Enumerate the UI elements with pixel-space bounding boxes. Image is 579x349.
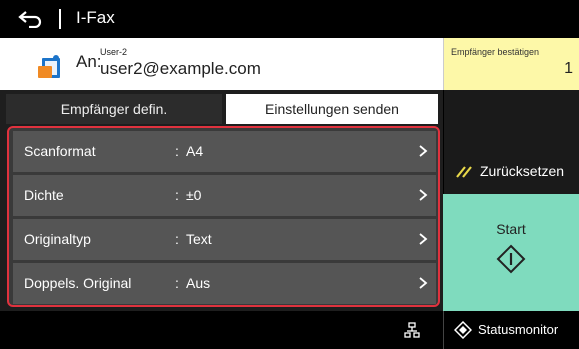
- setting-colon: :: [175, 275, 179, 291]
- network-icon: [404, 322, 420, 338]
- title-divider: [59, 9, 61, 29]
- setting-row-density[interactable]: Dichte : ±0: [13, 175, 436, 216]
- tab-send-settings-label: Einstellungen senden: [265, 101, 399, 117]
- start-button[interactable]: Start: [443, 194, 579, 311]
- status-monitor-icon: [454, 321, 472, 339]
- start-diamond-icon: [496, 244, 526, 274]
- back-button[interactable]: [6, 3, 54, 35]
- chevron-right-icon: [419, 189, 428, 201]
- recipient-count: 1: [564, 60, 573, 77]
- setting-value: A4: [186, 143, 204, 159]
- setting-colon: :: [175, 187, 179, 203]
- title-bar: I-Fax: [0, 0, 579, 38]
- recipient-name: User-2: [100, 47, 128, 57]
- chevron-right-icon: [419, 233, 428, 245]
- reset-button[interactable]: Zurücksetzen: [443, 90, 579, 194]
- recipient-email: user2@example.com: [100, 59, 261, 78]
- chevron-right-icon: [419, 277, 428, 289]
- setting-label: Dichte: [24, 187, 64, 203]
- setting-value: Text: [186, 231, 212, 247]
- to-label: An:: [76, 52, 102, 71]
- setting-label: Scanformat: [24, 143, 96, 159]
- setting-value: Aus: [186, 275, 211, 291]
- setting-label: Doppels. Original: [24, 275, 132, 291]
- tab-define-recipient[interactable]: Empfänger defin.: [6, 94, 222, 124]
- ifax-screen: I-Fax An: User-2 user2@example.com Empfä…: [0, 0, 579, 349]
- page-title: I-Fax: [76, 8, 115, 27]
- confirm-recipients-button[interactable]: Empfänger bestätigen 1: [443, 38, 579, 90]
- status-monitor-label: Statusmonitor: [478, 322, 559, 337]
- address-book-icon: [38, 55, 60, 78]
- bottom-bar: Statusmonitor: [0, 311, 579, 349]
- start-label: Start: [496, 221, 526, 237]
- status-monitor-button[interactable]: Statusmonitor: [444, 311, 579, 349]
- tab-send-settings[interactable]: Einstellungen senden: [226, 94, 438, 124]
- reset-label: Zurücksetzen: [480, 163, 565, 179]
- confirm-recipients-label: Empfänger bestätigen: [451, 47, 540, 57]
- recipient-field[interactable]: An: User-2 user2@example.com: [0, 38, 443, 90]
- setting-colon: :: [175, 231, 179, 247]
- back-arrow-icon: [18, 11, 42, 28]
- setting-row-duplex-original[interactable]: Doppels. Original : Aus: [13, 263, 436, 304]
- settings-list: Scanformat : A4 Dichte : ±0 Originaltyp …: [7, 126, 440, 307]
- setting-colon: :: [175, 143, 179, 159]
- setting-row-original-type[interactable]: Originaltyp : Text: [13, 219, 436, 260]
- chevron-right-icon: [419, 145, 428, 157]
- setting-value: ±0: [186, 187, 202, 203]
- tab-define-recipient-label: Empfänger defin.: [60, 101, 168, 117]
- setting-row-scan-size[interactable]: Scanformat : A4: [13, 131, 436, 172]
- reset-slash-icon: [456, 166, 472, 178]
- setting-label: Originaltyp: [24, 231, 91, 247]
